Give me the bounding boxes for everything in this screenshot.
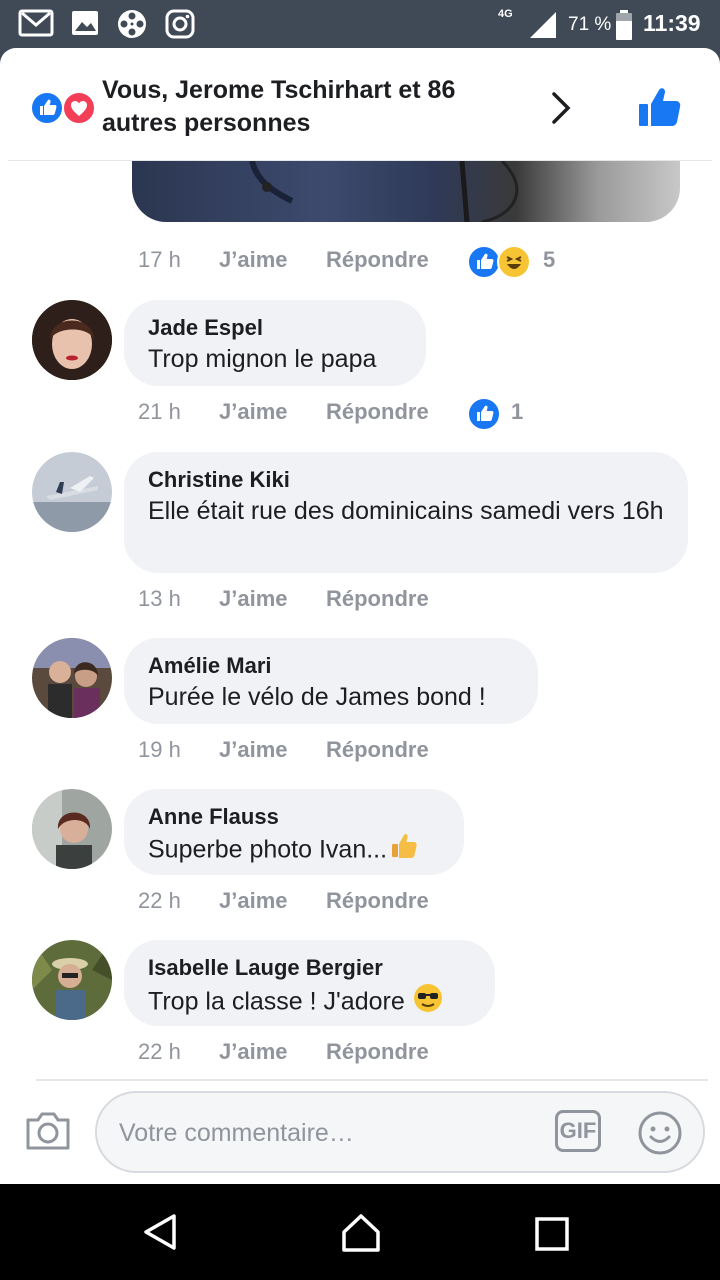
like-link[interactable]: J’aime: [219, 1039, 288, 1065]
instagram-icon: [165, 9, 195, 39]
comment-bubble[interactable]: Isabelle Lauge Bergier Trop la classe ! …: [124, 940, 495, 1026]
camera-icon[interactable]: [24, 1108, 72, 1152]
gif-button[interactable]: GIF: [555, 1110, 601, 1152]
reply-link[interactable]: Répondre: [326, 399, 429, 425]
reaction-count[interactable]: 1: [511, 399, 523, 425]
avatar[interactable]: [32, 638, 112, 718]
comment-text: Trop la classe ! J'adore: [148, 982, 471, 1024]
like-link[interactable]: J’aime: [219, 586, 288, 612]
home-icon[interactable]: [340, 1212, 382, 1254]
sunglasses-emoji-icon: [412, 982, 444, 1024]
reply-link[interactable]: Répondre: [326, 247, 429, 273]
comment-text: Superbe photo Ivan...: [148, 831, 440, 871]
gif-label: GIF: [559, 1118, 597, 1143]
emoji-icon[interactable]: [637, 1110, 683, 1156]
reply-link[interactable]: Répondre: [326, 586, 429, 612]
comment-time: 22 h: [138, 1039, 181, 1064]
comment-time: 17 h: [138, 247, 181, 272]
like-link[interactable]: J’aime: [219, 737, 288, 763]
avatar[interactable]: [32, 452, 112, 532]
recents-icon[interactable]: [534, 1216, 570, 1252]
reaction-count[interactable]: 5: [543, 247, 555, 273]
navigation-bar: [0, 1184, 720, 1280]
comment-author[interactable]: Amélie Mari: [148, 652, 514, 680]
comment-input-box[interactable]: GIF: [95, 1091, 705, 1173]
reply-link[interactable]: Répondre: [326, 737, 429, 763]
clock: 11:39: [643, 10, 701, 36]
comment-text: Trop mignon le papa: [148, 345, 377, 373]
like-reaction-icon: [467, 397, 501, 431]
like-reaction-icon: [30, 91, 64, 125]
comment-bubble[interactable]: Anne Flauss Superbe photo Ivan...: [124, 789, 464, 875]
comment-time: 22 h: [138, 888, 181, 913]
comments-sheet: Vous, Jerome Tschirhart et 86 autres per…: [0, 48, 720, 1184]
comment-time: 13 h: [138, 586, 181, 611]
comment-text: Elle était rue des dominicains samedi ve…: [148, 497, 664, 525]
comment-author[interactable]: Christine Kiki: [148, 466, 664, 494]
gallery-icon: [72, 11, 98, 35]
composer-divider: [36, 1079, 708, 1081]
signal-icon: [530, 12, 556, 38]
comment-bubble[interactable]: Amélie Mari Purée le vélo de James bond …: [124, 638, 538, 724]
like-button-icon[interactable]: [636, 86, 684, 130]
comment-author[interactable]: Jade Espel: [148, 314, 402, 342]
reactors-summary[interactable]: Vous, Jerome Tschirhart et 86 autres per…: [102, 74, 522, 140]
reply-link[interactable]: Répondre: [326, 888, 429, 914]
comment-input[interactable]: [117, 1111, 541, 1155]
reactions-header[interactable]: Vous, Jerome Tschirhart et 86 autres per…: [0, 48, 720, 160]
love-reaction-icon: [62, 91, 96, 125]
like-link[interactable]: J’aime: [219, 399, 288, 425]
chevron-right-icon[interactable]: [548, 90, 576, 126]
like-link[interactable]: J’aime: [219, 888, 288, 914]
like-reaction-icon: [467, 245, 501, 279]
haha-reaction-icon: [497, 245, 531, 279]
thumbs-up-emoji-icon: [389, 831, 419, 871]
avatar[interactable]: [32, 789, 112, 869]
comment-time: 21 h: [138, 399, 181, 424]
comment-author[interactable]: Anne Flauss: [148, 803, 440, 831]
battery-icon: [616, 10, 632, 40]
comment-time: 19 h: [138, 737, 181, 762]
status-bar: 4G 71 % 11:39: [0, 0, 720, 48]
back-icon[interactable]: [140, 1212, 180, 1252]
avatar[interactable]: [32, 940, 112, 1020]
avatar[interactable]: [32, 300, 112, 380]
comment-bubble[interactable]: Jade Espel Trop mignon le papa: [124, 300, 426, 386]
battery-percent: 71 %: [568, 14, 612, 35]
comment-author[interactable]: Isabelle Lauge Bergier: [148, 954, 471, 982]
reply-link[interactable]: Répondre: [326, 1039, 429, 1065]
network-type: 4G: [498, 8, 513, 20]
like-link[interactable]: J’aime: [219, 247, 288, 273]
comment-text: Purée le vélo de James bond !: [148, 683, 486, 711]
film-reel-icon: [118, 10, 146, 38]
comment-photo[interactable]: [132, 161, 680, 222]
gmail-icon: [18, 9, 54, 37]
comment-bubble[interactable]: Christine Kiki Elle était rue des domini…: [124, 452, 688, 573]
